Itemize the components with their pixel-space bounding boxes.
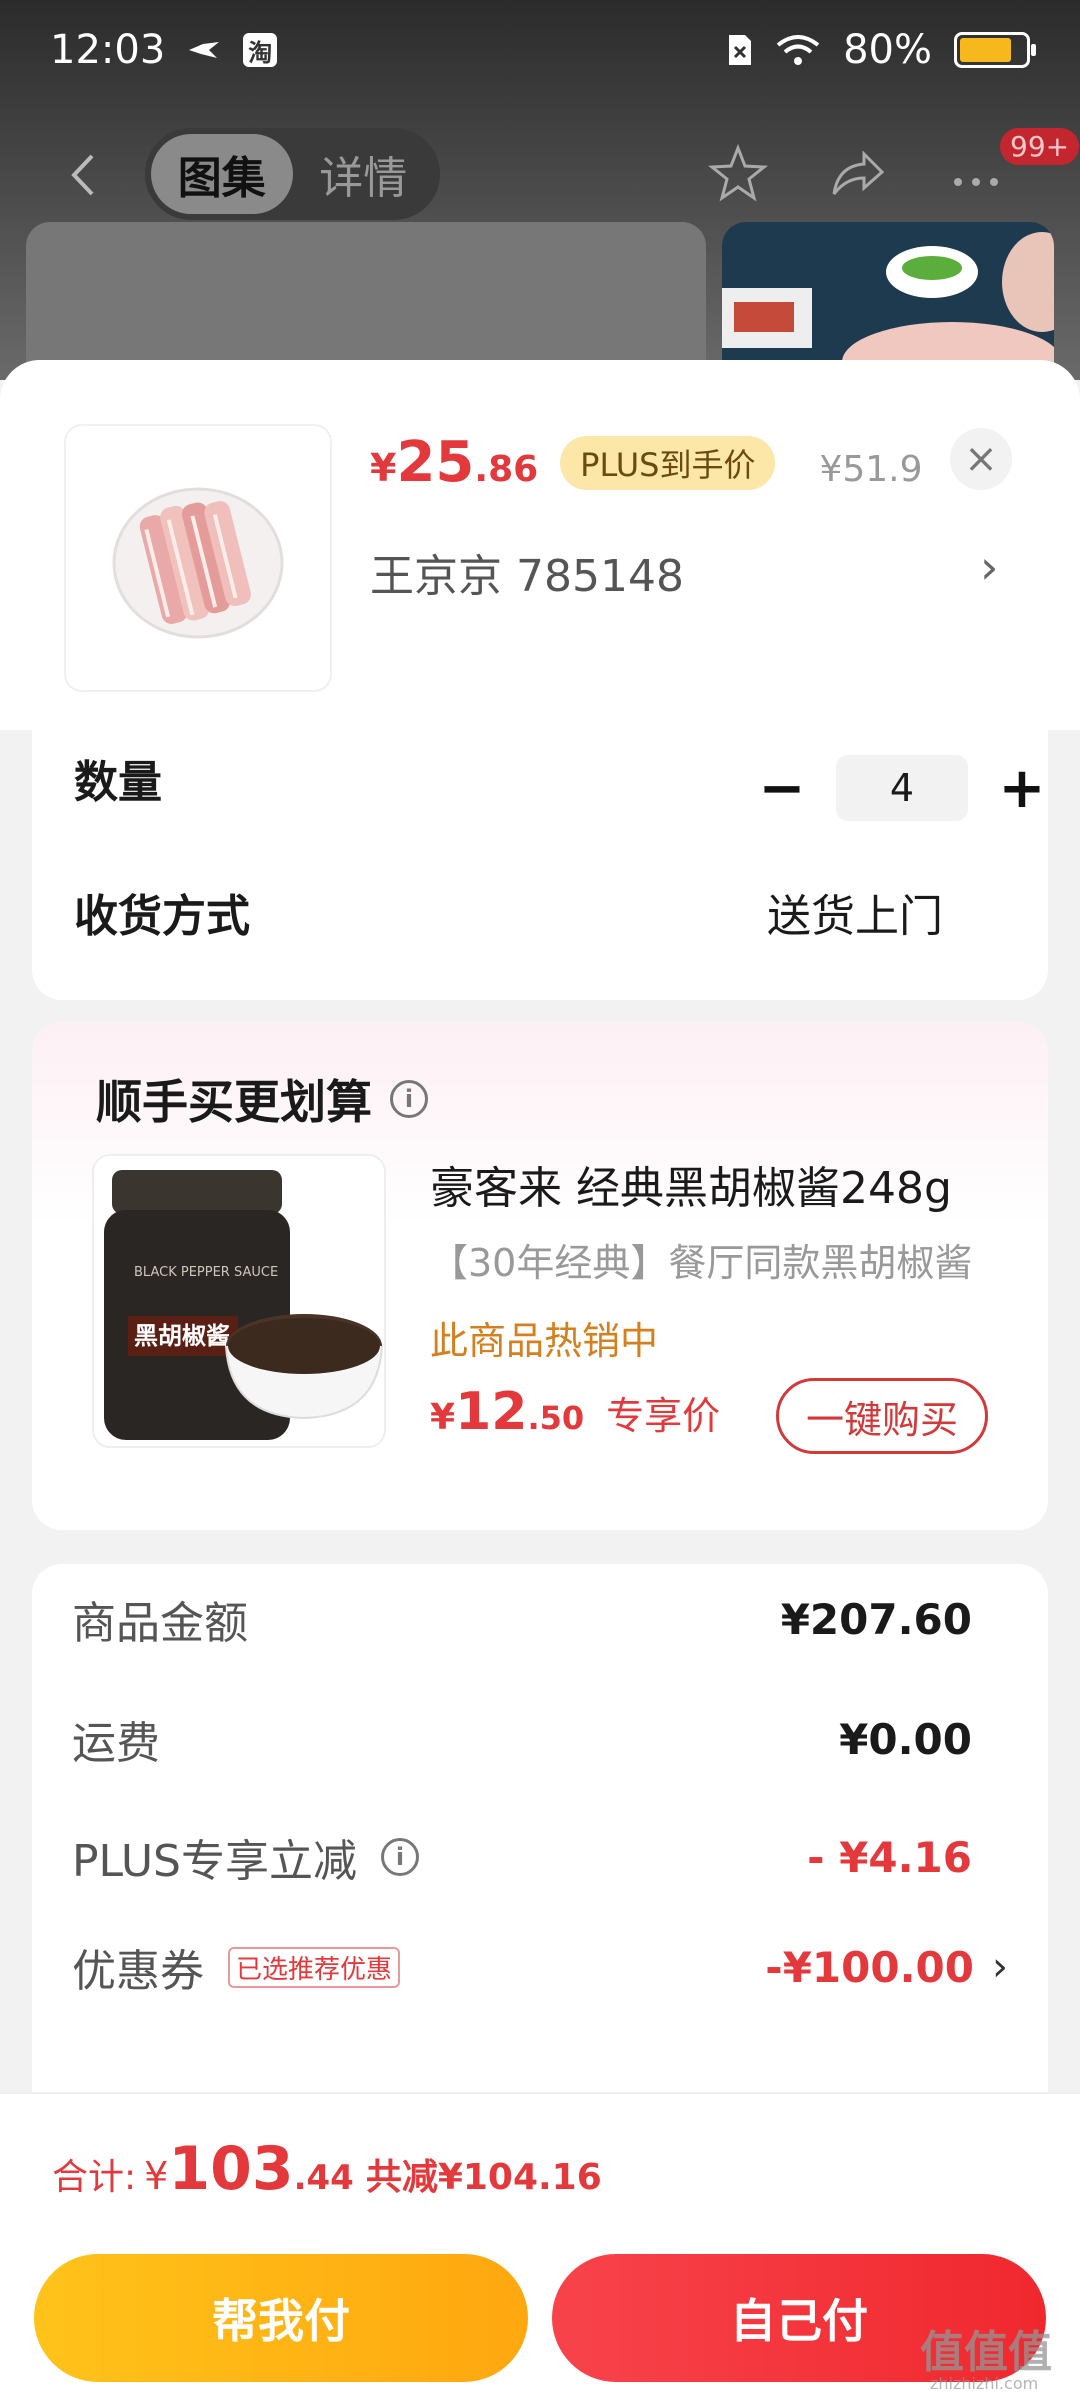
product-nav-bar: 图集 详情 99+ bbox=[0, 120, 1080, 230]
battery-percent: 80% bbox=[843, 27, 932, 73]
more-options-icon[interactable] bbox=[944, 142, 1008, 206]
taobao-app-icon: 淘 bbox=[243, 33, 278, 67]
bundle-product-subtitle: 【30年经典】餐厅同款黑胡椒酱 bbox=[430, 1241, 973, 1285]
product-thumbnail bbox=[66, 426, 330, 690]
plus-price-tag: PLUS到手价 bbox=[560, 435, 776, 490]
goods-amount-row: 商品金额 ¥207.60 bbox=[72, 1594, 972, 1650]
background-page: 12:03 淘 80% 图集 详情 99+ bbox=[0, 0, 1080, 380]
meat-roll-image bbox=[112, 487, 284, 639]
bundle-hot-label: 此商品热销中 bbox=[430, 1319, 659, 1363]
selected-spec[interactable]: 王京京 785148 bbox=[370, 540, 684, 604]
decrease-button[interactable]: − bbox=[742, 748, 822, 828]
coupon-value: -¥100.00 bbox=[765, 1942, 974, 1992]
jar-label: 黑胡椒酱 bbox=[134, 1322, 230, 1350]
gallery-image-main bbox=[26, 222, 706, 380]
tab-details[interactable]: 详情 bbox=[293, 134, 435, 214]
bundle-title: 顺手买更划算 i bbox=[96, 1066, 428, 1132]
product-price: ¥ 25 .86 PLUS到手价 ¥51.9 bbox=[370, 430, 923, 495]
pepper-sauce-jar-image: BLACK PEPPER SAUCE 黑胡椒酱 bbox=[104, 1156, 384, 1446]
tab-gallery[interactable]: 图集 bbox=[151, 134, 293, 214]
help-me-pay-button[interactable]: 帮我付 bbox=[34, 2254, 528, 2382]
delivery-method[interactable]: 送货上门 bbox=[767, 880, 943, 944]
quantity-delivery-card: 数量 − 4 + 收货方式 送货上门 bbox=[32, 730, 1048, 1000]
chevron-right-icon[interactable]: › bbox=[992, 1944, 1008, 1990]
battery-icon bbox=[954, 32, 1036, 68]
bundle-offer-card: 顺手买更划算 i BLACK PEPPER SAUCE 黑胡椒酱 豪客来 经典黑… bbox=[32, 1022, 1048, 1530]
chevron-right-icon[interactable]: › bbox=[980, 540, 998, 594]
info-icon[interactable]: i bbox=[381, 1838, 419, 1876]
close-button[interactable]: × bbox=[950, 428, 1012, 490]
info-icon[interactable]: i bbox=[390, 1080, 428, 1118]
order-summary-card: 商品金额 ¥207.60 运费 ¥0.00 PLUS专享立减 i - ¥4.16… bbox=[32, 1564, 1048, 2124]
bundle-product-image[interactable]: BLACK PEPPER SAUCE 黑胡椒酱 bbox=[92, 1154, 386, 1448]
delivery-label: 收货方式 bbox=[74, 891, 250, 942]
status-time: 12:03 bbox=[50, 27, 166, 73]
sheet-header: ¥ 25 .86 PLUS到手价 ¥51.9 × 王京京 785148 › bbox=[0, 360, 1080, 730]
status-bar: 12:03 淘 80% bbox=[0, 0, 1080, 100]
site-watermark-url: zhizhizhi.com bbox=[930, 2374, 1039, 2393]
plus-discount-row: PLUS专享立减 i - ¥4.16 bbox=[72, 1832, 972, 1888]
original-price: ¥51.9 bbox=[819, 449, 923, 490]
checkout-bar: 合计: ¥ 103 .44 共减¥104.16 帮我付 自己付 值值值 zhiz… bbox=[0, 2092, 1080, 2400]
share-icon[interactable] bbox=[824, 142, 888, 206]
jar-text: BLACK PEPPER SAUCE bbox=[134, 1265, 278, 1280]
bundle-product-name[interactable]: 豪客来 经典黑胡椒酱248g bbox=[430, 1152, 952, 1216]
coupon-row[interactable]: 优惠券 已选推荐优惠 -¥100.00 › bbox=[72, 1932, 1008, 2002]
quantity-input[interactable]: 4 bbox=[836, 755, 968, 821]
back-arrow-icon[interactable] bbox=[60, 150, 110, 200]
recommended-coupon-tag: 已选推荐优惠 bbox=[228, 1946, 401, 1988]
bundle-price: ¥ 12 .50 专享价 bbox=[430, 1382, 721, 1442]
one-click-buy-button[interactable]: 一键购买 bbox=[776, 1378, 988, 1454]
shipping-row: 运费 ¥0.00 bbox=[72, 1714, 972, 1770]
wifi-icon bbox=[776, 35, 820, 65]
quantity-stepper: − 4 + bbox=[742, 748, 1062, 828]
order-total: 合计: ¥ 103 .44 共减¥104.16 bbox=[52, 2134, 602, 2204]
food-photo-icon bbox=[722, 232, 1054, 380]
quantity-label: 数量 bbox=[74, 757, 162, 808]
sim-card-icon bbox=[729, 35, 752, 65]
increase-button[interactable]: + bbox=[982, 748, 1062, 828]
favorite-star-icon[interactable] bbox=[706, 142, 770, 206]
gallery-image-thumbnail bbox=[722, 222, 1054, 380]
total-savings: 共减¥104.16 bbox=[365, 2157, 602, 2198]
bird-icon bbox=[189, 42, 220, 58]
gallery-detail-switch: 图集 详情 bbox=[145, 128, 440, 220]
message-count-badge: 99+ bbox=[1000, 128, 1080, 165]
site-watermark: 值值值 bbox=[920, 2327, 1052, 2378]
